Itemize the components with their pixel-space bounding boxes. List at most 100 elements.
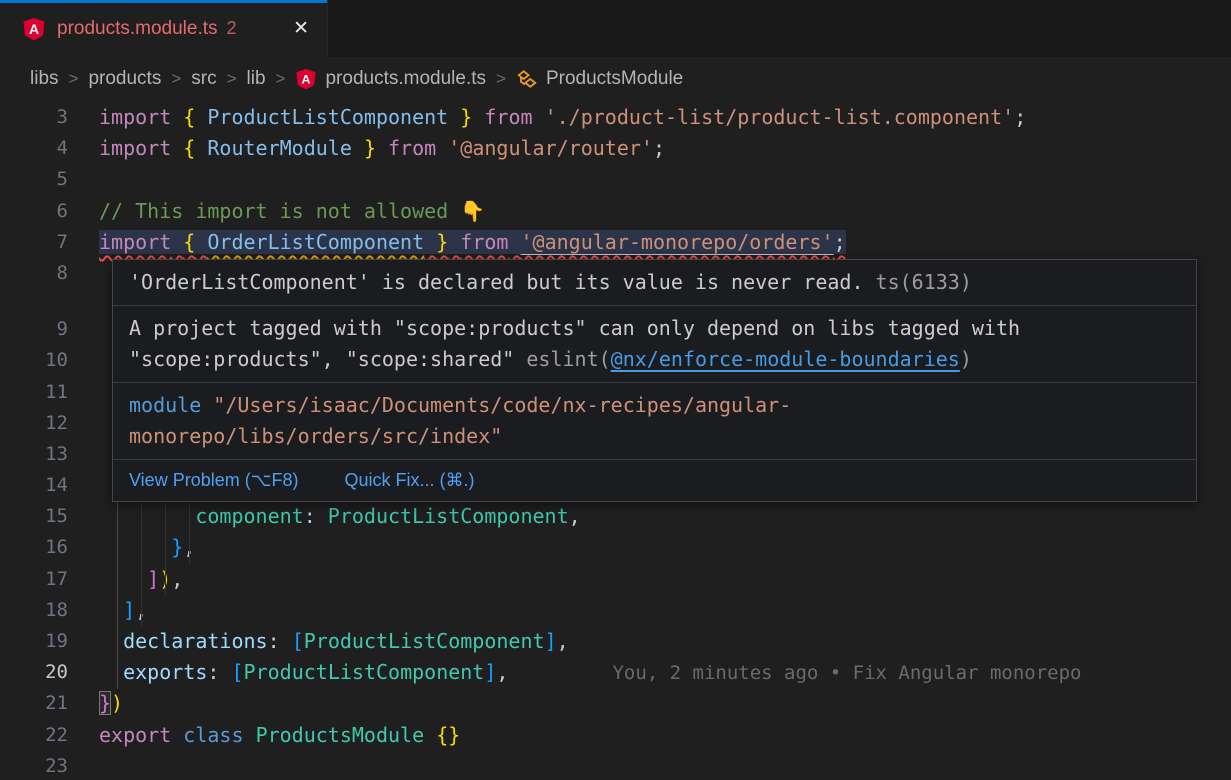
breadcrumb-separator: >: [276, 69, 286, 89]
code-token: :: [268, 629, 292, 653]
code-token: class: [183, 723, 243, 747]
line-number-14[interactable]: 14: [0, 470, 68, 501]
active-tab-indicator: [0, 0, 327, 3]
code-token: [99, 598, 123, 622]
code-content-14: [68, 470, 99, 501]
code-token: [99, 504, 195, 528]
code-token: [352, 136, 364, 160]
code-token: }: [99, 691, 111, 715]
line-number-11[interactable]: 11: [0, 377, 68, 408]
code-content-20: exports: [ProductListComponent],You, 2 m…: [68, 657, 1081, 688]
code-content-19: declarations: [ProductListComponent],: [68, 626, 569, 657]
breadcrumb-separator: >: [496, 69, 506, 89]
code-token: export: [99, 723, 171, 747]
code-content-11: [68, 377, 99, 408]
code-token: }: [460, 105, 472, 129]
svg-text:A: A: [29, 21, 39, 37]
breadcrumb-item-products[interactable]: products: [88, 68, 161, 90]
code-token: {: [183, 230, 195, 254]
code-content-17: ]),: [68, 564, 183, 595]
line-number-23[interactable]: 23: [0, 751, 68, 780]
code-token: [472, 105, 484, 129]
indent-guide: [141, 501, 142, 626]
line-number-3[interactable]: 3: [0, 102, 68, 133]
hover-section-module-info: module "/Users/isaac/Documents/code/nx-r…: [113, 383, 1196, 460]
module-specifier-link[interactable]: '@angular-monorepo/orders': [521, 230, 834, 254]
breadcrumb-item-productsmodule[interactable]: ProductsModule: [516, 68, 683, 90]
code-line-19: 19 declarations: [ProductListComponent],: [0, 626, 1231, 657]
line-number-13[interactable]: 13: [0, 439, 68, 470]
line-number-19[interactable]: 19: [0, 626, 68, 657]
breadcrumb-item-src[interactable]: src: [191, 68, 216, 90]
hover-text: eslint(: [526, 347, 610, 371]
code-token: :: [207, 660, 231, 684]
code-token: ,: [171, 567, 183, 591]
line-number-22[interactable]: 22: [0, 720, 68, 751]
code-token: }: [436, 230, 448, 254]
code-line-21: 21}): [0, 688, 1231, 719]
hover-line: monorepo/libs/orders/src/index": [129, 421, 1180, 452]
line-number-7[interactable]: 7: [0, 227, 68, 258]
hover-line: "scope:products", "scope:shared" eslint(…: [129, 344, 1180, 375]
breadcrumb-separator: >: [227, 69, 237, 89]
quick-fix-action[interactable]: Quick Fix... (⌘.): [344, 465, 474, 496]
code-token: [448, 230, 460, 254]
line-number-18[interactable]: 18: [0, 595, 68, 626]
code-line-15: 15 component: ProductListComponent,: [0, 501, 1231, 532]
breadcrumb-label: products: [88, 68, 161, 90]
code-content-12: [68, 408, 99, 439]
code-line-16: 16 },: [0, 532, 1231, 563]
code-line-17: 17 ]),: [0, 564, 1231, 595]
code-token: // This import is not allowed: [99, 199, 460, 223]
svg-text:A: A: [302, 73, 311, 87]
hover-text: monorepo/libs/orders/src/index": [129, 424, 502, 448]
code-line-5: 5: [0, 164, 1231, 195]
code-token: [99, 629, 123, 653]
line-number-5[interactable]: 5: [0, 164, 68, 195]
line-number-15[interactable]: 15: [0, 501, 68, 532]
breadcrumb-item-libs[interactable]: libs: [30, 68, 59, 90]
breadcrumb-label: lib: [247, 68, 266, 90]
code-token: }: [364, 136, 376, 160]
breadcrumb-item-lib[interactable]: lib: [247, 68, 266, 90]
line-number-4[interactable]: 4: [0, 133, 68, 164]
line-number-6[interactable]: 6: [0, 196, 68, 227]
code-content-21: }): [68, 688, 123, 719]
code-token: ]: [123, 598, 135, 622]
hover-text: 'OrderListComponent' is declared but its…: [129, 270, 876, 294]
code-token: ]: [545, 629, 557, 653]
code-token: ,: [496, 660, 508, 684]
tab-products-module[interactable]: A products.module.ts 2 ✕: [0, 0, 328, 57]
hover-popup: 'OrderListComponent' is declared but its…: [112, 259, 1197, 502]
unused-import-identifier: OrderListComponent: [207, 230, 424, 254]
breadcrumb-item-products-module-ts[interactable]: Aproducts.module.ts: [295, 68, 486, 90]
code-token: from: [484, 105, 532, 129]
code-token: from: [460, 230, 508, 254]
code-token: declarations: [123, 629, 268, 653]
close-tab-button[interactable]: ✕: [287, 15, 315, 42]
tab-error-count: 2: [227, 18, 237, 39]
line-number-10[interactable]: 10: [0, 345, 68, 376]
code-token: import: [99, 136, 171, 160]
hover-line: module "/Users/isaac/Documents/code/nx-r…: [129, 390, 1180, 421]
line-number-12[interactable]: 12: [0, 408, 68, 439]
hover-text: "/Users/isaac/Documents/code/nx-recipes/…: [213, 393, 791, 417]
code-line-6: 6// This import is not allowed 👇: [0, 196, 1231, 227]
view-problem-action[interactable]: View Problem (⌥F8): [129, 465, 298, 496]
code-content-3: import { ProductListComponent } from './…: [68, 102, 1026, 133]
code-content-9: [68, 314, 99, 345]
line-number-21[interactable]: 21: [0, 688, 68, 719]
code-content-10: [68, 345, 99, 376]
line-number-8[interactable]: 8: [0, 258, 68, 289]
code-content-5: [68, 164, 99, 195]
git-blame-annotation: You, 2 minutes ago • Fix Angular monorep…: [612, 662, 1081, 684]
code-token: ]: [484, 660, 496, 684]
eslint-rule-link[interactable]: @nx/enforce-module-boundaries: [611, 347, 960, 371]
line-number-17[interactable]: 17: [0, 564, 68, 595]
code-content-23: [68, 751, 99, 780]
line-number-16[interactable]: 16: [0, 532, 68, 563]
code-token: exports: [123, 660, 207, 684]
line-number-9[interactable]: 9: [0, 314, 68, 345]
indent-guide: [189, 501, 190, 564]
line-number-20[interactable]: 20: [0, 657, 68, 688]
